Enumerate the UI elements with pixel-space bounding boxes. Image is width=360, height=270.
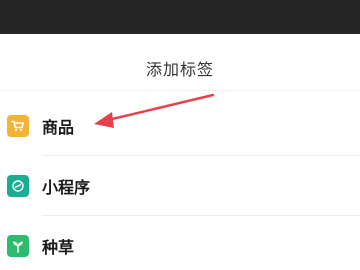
- dialog-title: 添加标签: [145, 60, 214, 79]
- menu-item-goods-label: 商品: [42, 118, 75, 137]
- top-bar: [0, 0, 360, 34]
- menu-item-grass[interactable]: 种草: [0, 216, 360, 270]
- add-tag-screen: 添加标签 商品 小程序 种草: [0, 0, 360, 270]
- divider: [0, 90, 360, 91]
- menu-item-mini-program[interactable]: 小程序: [0, 156, 360, 216]
- mini-program-icon: [7, 175, 29, 197]
- shopping-cart-icon: [7, 115, 29, 137]
- menu-item-grass-label: 种草: [42, 238, 75, 257]
- menu-item-goods[interactable]: 商品: [0, 96, 360, 156]
- sprout-icon: [7, 235, 29, 257]
- menu-item-mini-program-label: 小程序: [42, 178, 91, 197]
